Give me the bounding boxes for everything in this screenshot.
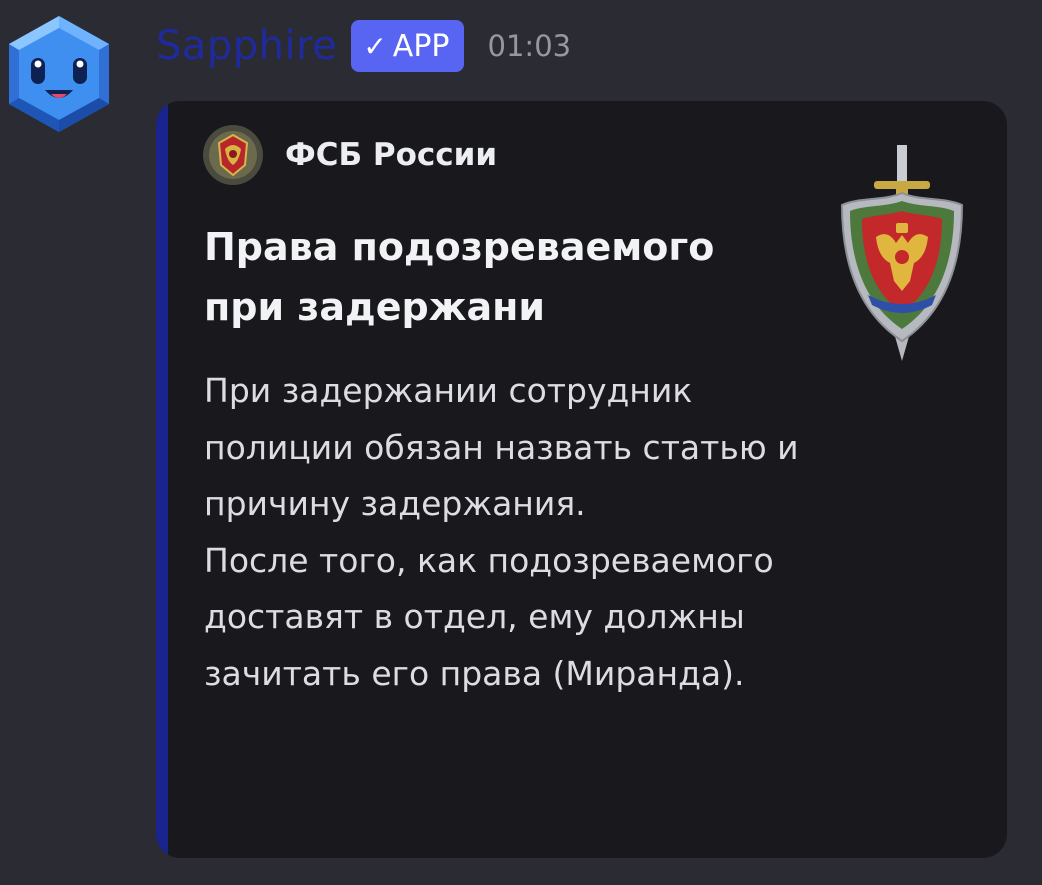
embed-author-name[interactable]: ФСБ России <box>285 137 497 173</box>
app-badge: ✓ APP <box>351 20 464 72</box>
embed-author: ФСБ России <box>203 125 497 185</box>
chat-message: Sapphire ✓ APP 01:03 ФСБ России Права по… <box>0 0 1042 885</box>
embed-description: При задержании сотрудник полиции обязан … <box>204 371 799 693</box>
fsb-shield-emblem-icon <box>840 137 964 361</box>
username[interactable]: Sapphire <box>156 23 337 69</box>
embed-thumbnail[interactable] <box>840 137 964 363</box>
bot-avatar[interactable] <box>5 14 113 134</box>
verified-check-icon: ✓ <box>363 29 387 63</box>
fsb-emblem-icon <box>203 125 263 185</box>
embed-accent-bar <box>156 101 168 858</box>
message-embed: ФСБ России Права подозреваемого при заде… <box>156 101 1007 858</box>
embed-title: Права подозреваемого при задержани <box>204 225 715 329</box>
sapphire-gem-face-icon <box>9 16 109 132</box>
message-header: Sapphire ✓ APP 01:03 <box>156 18 571 74</box>
app-badge-label: APP <box>392 28 450 64</box>
message-timestamp[interactable]: 01:03 <box>488 29 572 63</box>
